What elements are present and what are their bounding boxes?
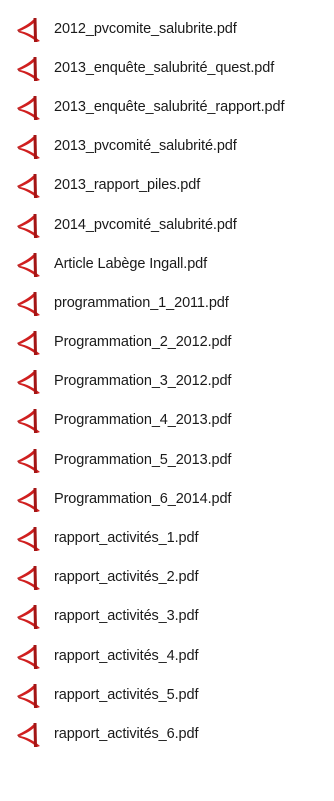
file-name: Programmation_6_2014.pdf bbox=[54, 490, 232, 507]
pdf-file-icon bbox=[14, 720, 46, 748]
pdf-file-icon bbox=[14, 54, 46, 82]
file-name: Programmation_2_2012.pdf bbox=[54, 334, 232, 351]
file-name: 2013_enquête_salubrité_quest.pdf bbox=[54, 59, 275, 76]
file-list-item[interactable]: 2012_pvcomite_salubrite.pdf bbox=[0, 9, 334, 48]
file-list-item[interactable]: 2013_enquête_salubrité_rapport.pdf bbox=[0, 87, 334, 126]
file-list-item[interactable]: Programmation_6_2014.pdf bbox=[0, 479, 334, 518]
pdf-file-icon bbox=[14, 681, 46, 709]
file-list-item[interactable]: rapport_activités_3.pdf bbox=[0, 597, 334, 636]
pdf-file-icon bbox=[14, 15, 46, 43]
pdf-file-icon bbox=[14, 93, 46, 121]
file-list: 2012_pvcomite_salubrite.pdf 2013_enquête… bbox=[0, 0, 334, 801]
file-list-item[interactable]: Programmation_4_2013.pdf bbox=[0, 401, 334, 440]
file-name: programmation_1_2011.pdf bbox=[54, 294, 229, 311]
file-name: rapport_activités_5.pdf bbox=[54, 686, 199, 703]
pdf-file-icon bbox=[14, 211, 46, 239]
file-list-item[interactable]: rapport_activités_4.pdf bbox=[0, 636, 334, 675]
file-list-item[interactable]: 2013_enquête_salubrité_quest.pdf bbox=[0, 48, 334, 87]
file-name: rapport_activités_3.pdf bbox=[54, 608, 199, 625]
file-name: Article Labège Ingall.pdf bbox=[54, 255, 208, 272]
pdf-file-icon bbox=[14, 406, 46, 434]
file-list-item[interactable]: rapport_activités_6.pdf bbox=[0, 714, 334, 753]
file-name: Programmation_4_2013.pdf bbox=[54, 412, 232, 429]
file-name: rapport_activités_1.pdf bbox=[54, 530, 199, 547]
pdf-file-icon bbox=[14, 289, 46, 317]
file-list-item[interactable]: rapport_activités_2.pdf bbox=[0, 558, 334, 597]
pdf-file-icon bbox=[14, 446, 46, 474]
pdf-file-icon bbox=[14, 485, 46, 513]
file-list-item[interactable]: Article Labège Ingall.pdf bbox=[0, 244, 334, 283]
file-list-item[interactable]: rapport_activités_5.pdf bbox=[0, 675, 334, 714]
file-name: 2014_pvcomité_salubrité.pdf bbox=[54, 216, 237, 233]
pdf-file-icon bbox=[14, 524, 46, 552]
pdf-file-icon bbox=[14, 367, 46, 395]
file-name: rapport_activités_2.pdf bbox=[54, 569, 199, 586]
file-name: 2013_enquête_salubrité_rapport.pdf bbox=[54, 98, 285, 115]
file-name: 2013_rapport_piles.pdf bbox=[54, 177, 201, 194]
file-name: 2012_pvcomite_salubrite.pdf bbox=[54, 20, 237, 37]
file-name: Programmation_5_2013.pdf bbox=[54, 451, 232, 468]
pdf-file-icon bbox=[14, 171, 46, 199]
pdf-file-icon bbox=[14, 132, 46, 160]
file-name: 2013_pvcomité_salubrité.pdf bbox=[54, 138, 237, 155]
pdf-file-icon bbox=[14, 328, 46, 356]
file-list-item[interactable]: Programmation_2_2012.pdf bbox=[0, 323, 334, 362]
file-list-item[interactable]: programmation_1_2011.pdf bbox=[0, 283, 334, 322]
file-list-item[interactable]: Programmation_5_2013.pdf bbox=[0, 440, 334, 479]
file-list-item[interactable]: Programmation_3_2012.pdf bbox=[0, 362, 334, 401]
file-name: Programmation_3_2012.pdf bbox=[54, 373, 232, 390]
file-list-item[interactable]: 2013_pvcomité_salubrité.pdf bbox=[0, 127, 334, 166]
file-list-item[interactable]: 2013_rapport_piles.pdf bbox=[0, 166, 334, 205]
file-name: rapport_activités_4.pdf bbox=[54, 647, 199, 664]
pdf-file-icon bbox=[14, 642, 46, 670]
file-list-item[interactable]: rapport_activités_1.pdf bbox=[0, 518, 334, 557]
file-name: rapport_activités_6.pdf bbox=[54, 725, 199, 742]
pdf-file-icon bbox=[14, 602, 46, 630]
file-list-item[interactable]: 2014_pvcomité_salubrité.pdf bbox=[0, 205, 334, 244]
pdf-file-icon bbox=[14, 563, 46, 591]
pdf-file-icon bbox=[14, 250, 46, 278]
